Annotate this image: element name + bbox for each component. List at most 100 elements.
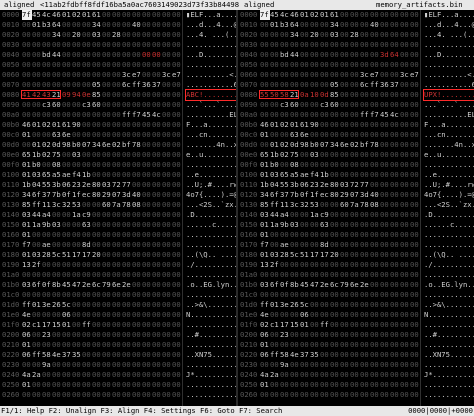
- hex-byte[interactable]: 5c: [290, 250, 300, 260]
- hex-byte[interactable]: 00: [162, 240, 172, 250]
- hex-byte[interactable]: 00: [400, 360, 410, 370]
- ascii-column[interactable]: ................: [424, 320, 474, 330]
- hex-byte[interactable]: 01: [270, 20, 280, 30]
- hex-byte[interactable]: 00: [340, 120, 350, 130]
- hex-byte[interactable]: 3e: [42, 300, 52, 310]
- hex-byte[interactable]: 6e: [112, 280, 122, 290]
- hex-byte[interactable]: 00: [400, 330, 410, 340]
- hex-byte[interactable]: 00: [270, 30, 280, 40]
- hex-byte[interactable]: 34: [22, 190, 32, 200]
- hex-byte[interactable]: ff: [270, 200, 280, 210]
- hex-byte[interactable]: 00: [92, 40, 102, 50]
- ascii-column[interactable]: ..(\Q.. ........: [186, 250, 236, 260]
- ascii-column[interactable]: 4o7{....).=@....: [186, 190, 236, 200]
- hex-byte[interactable]: 00: [152, 170, 162, 180]
- hex-byte[interactable]: 00: [270, 240, 280, 250]
- hex-byte[interactable]: 00: [350, 60, 360, 70]
- hex-byte[interactable]: 00: [320, 260, 330, 270]
- hex-byte[interactable]: 00: [122, 230, 132, 240]
- hex-byte[interactable]: 00: [172, 340, 182, 350]
- hex-byte[interactable]: 00: [270, 100, 280, 110]
- hex-byte[interactable]: 00: [330, 200, 340, 210]
- hex-byte[interactable]: 00: [132, 170, 142, 180]
- hex-byte[interactable]: 00: [360, 340, 370, 350]
- hex-byte[interactable]: 00: [122, 350, 132, 360]
- hex-row[interactable]: 0070 000000000000000500006cff36370000....…: [238, 80, 474, 90]
- hex-byte[interactable]: 00: [310, 40, 320, 50]
- hex-byte[interactable]: 00: [270, 230, 280, 240]
- hex-byte[interactable]: 00: [82, 270, 92, 280]
- hex-bytes[interactable]: 7f454c46010201610000000000000000: [22, 10, 182, 20]
- hex-byte[interactable]: 00: [62, 80, 72, 90]
- hex-byte[interactable]: 00: [410, 90, 420, 100]
- hex-byte[interactable]: 01: [300, 320, 310, 330]
- hex-byte[interactable]: 00: [340, 310, 350, 320]
- hex-byte[interactable]: 00: [410, 250, 420, 260]
- hex-row[interactable]: 0250 01000000000000000000000000000000....…: [238, 380, 474, 390]
- hex-byte[interactable]: 60: [340, 200, 350, 210]
- hex-byte[interactable]: 00: [142, 370, 152, 380]
- hex-byte[interactable]: 00: [42, 230, 52, 240]
- hex-row[interactable]: 0130 85ff113c32530000607a780800000000 ...<…: [0, 200, 236, 210]
- ascii-column[interactable]: ......c.........: [424, 220, 474, 230]
- hex-byte[interactable]: 00: [82, 350, 92, 360]
- hex-byte[interactable]: 00: [62, 60, 72, 70]
- hex-row[interactable]: 00e0 651b0275000300000000000000000000 e..u…: [0, 150, 236, 160]
- hex-byte[interactable]: 00: [62, 50, 72, 60]
- hex-byte[interactable]: 00: [112, 310, 122, 320]
- hex-byte[interactable]: 00: [290, 70, 300, 80]
- hex-byte[interactable]: 00: [380, 210, 390, 220]
- hex-bytes[interactable]: 000000000000000500006cff36370000: [260, 80, 420, 90]
- hex-byte[interactable]: 00: [82, 160, 92, 170]
- hex-byte[interactable]: 00: [132, 370, 142, 380]
- hex-row[interactable]: 0260 00000000000000000000000000000000....…: [238, 390, 474, 400]
- hex-byte[interactable]: 2e: [320, 280, 330, 290]
- hex-bytes[interactable]: 06ff584e373500000000000000000000: [260, 350, 420, 360]
- hex-byte[interactable]: 00: [310, 260, 320, 270]
- hex-bytes[interactable]: 01b00008000000000000000000000000: [22, 160, 182, 170]
- hex-byte[interactable]: 00: [152, 30, 162, 40]
- hex-byte[interactable]: 03: [32, 250, 42, 260]
- hex-byte[interactable]: 00: [132, 340, 142, 350]
- hex-byte[interactable]: 00: [162, 250, 172, 260]
- hex-byte[interactable]: 00: [152, 270, 162, 280]
- hex-byte[interactable]: 00: [172, 350, 182, 360]
- hex-byte[interactable]: 00: [112, 250, 122, 260]
- hex-byte[interactable]: f7: [132, 110, 142, 120]
- hex-byte[interactable]: 00: [340, 70, 350, 80]
- hex-byte[interactable]: 00: [380, 390, 390, 400]
- hex-byte[interactable]: 00: [320, 110, 330, 120]
- hex-bytes[interactable]: 0001b364000000340000004000000000: [260, 20, 420, 30]
- hex-byte[interactable]: 00: [162, 270, 172, 280]
- hex-byte[interactable]: 00: [32, 240, 42, 250]
- hex-byte[interactable]: 00: [320, 160, 330, 170]
- hex-byte[interactable]: 85: [22, 200, 32, 210]
- hex-byte[interactable]: 00: [152, 240, 162, 250]
- hex-byte[interactable]: 00: [82, 300, 92, 310]
- hex-byte[interactable]: 04: [32, 180, 42, 190]
- hex-byte[interactable]: 00: [82, 360, 92, 370]
- hex-byte[interactable]: 17: [82, 250, 92, 260]
- hex-bytes[interactable]: 0344a400001ac9000000000000000000: [260, 210, 420, 220]
- hex-byte[interactable]: 00: [380, 270, 390, 280]
- hex-byte[interactable]: 1b: [270, 150, 280, 160]
- hex-byte[interactable]: 00: [340, 370, 350, 380]
- hex-byte[interactable]: 00: [32, 60, 42, 70]
- hex-byte[interactable]: 00: [32, 80, 42, 90]
- hex-byte[interactable]: 00: [172, 210, 182, 220]
- hex-byte[interactable]: 60: [102, 200, 112, 210]
- hex-byte[interactable]: 00: [112, 150, 122, 160]
- hex-row[interactable]: 0260 00000000000000000000000000000000....…: [0, 390, 236, 400]
- hex-byte[interactable]: 00: [310, 110, 320, 120]
- hex-byte[interactable]: 06: [300, 310, 310, 320]
- hex-byte[interactable]: 00: [122, 320, 132, 330]
- hex-byte[interactable]: 00: [142, 210, 152, 220]
- hex-byte[interactable]: 07: [82, 140, 92, 150]
- hex-byte[interactable]: 00: [92, 130, 102, 140]
- hex-byte[interactable]: 6c: [330, 280, 340, 290]
- hex-byte[interactable]: 00: [410, 40, 420, 50]
- hex-byte[interactable]: 00: [320, 340, 330, 350]
- hex-byte[interactable]: 60: [92, 100, 102, 110]
- hex-byte[interactable]: 00: [102, 80, 112, 90]
- hex-byte[interactable]: 80: [92, 180, 102, 190]
